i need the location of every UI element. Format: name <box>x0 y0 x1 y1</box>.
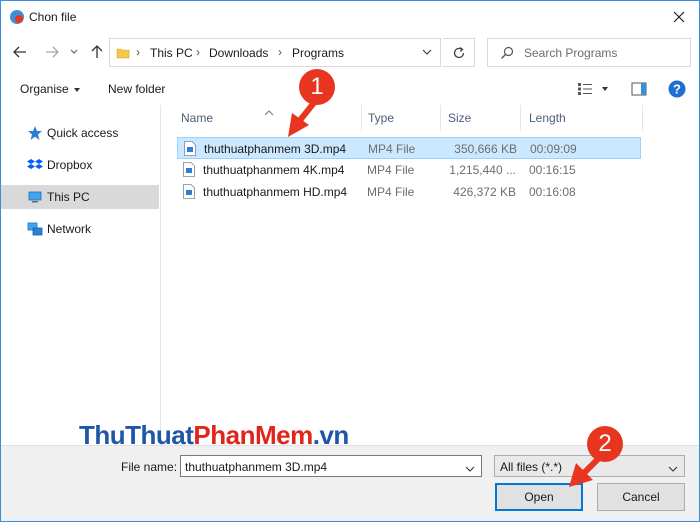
search-input[interactable] <box>524 44 684 62</box>
recent-locations-button[interactable] <box>63 41 85 63</box>
svg-text:?: ? <box>673 82 681 97</box>
file-type-select[interactable]: All files (*.*) <box>494 455 685 477</box>
file-size: 1,215,440 ... <box>449 163 516 177</box>
step-badge-2: 2 <box>587 426 623 462</box>
computer-icon <box>27 189 43 205</box>
sidebar-item-network[interactable]: Network <box>1 217 159 241</box>
view-options-icon[interactable] <box>577 82 593 96</box>
file-name: thuthuatphanmem HD.mp4 <box>203 185 348 199</box>
view-options-dropdown[interactable] <box>602 87 608 91</box>
sidebar-item-this-pc[interactable]: This PC <box>1 185 159 209</box>
column-header-name[interactable]: Name <box>181 111 213 125</box>
refresh-button[interactable] <box>443 38 475 67</box>
column-divider[interactable] <box>440 105 441 131</box>
column-divider[interactable] <box>642 105 643 131</box>
file-length: 00:09:09 <box>530 142 577 156</box>
video-file-icon <box>183 162 195 177</box>
back-button[interactable] <box>9 41 31 63</box>
sidebar-item-label: Network <box>47 222 92 236</box>
column-divider[interactable] <box>520 105 521 131</box>
video-file-icon <box>183 184 195 199</box>
chevron-right-icon: › <box>196 45 200 59</box>
file-list: Name Type Size Length thuthuatphanmem 3D… <box>161 105 699 445</box>
column-header-size[interactable]: Size <box>448 111 471 125</box>
chevron-down-icon <box>668 462 678 472</box>
file-size: 350,666 KB <box>454 142 517 156</box>
close-button[interactable] <box>665 5 693 29</box>
arrow-up-icon <box>91 45 103 58</box>
network-icon <box>27 221 43 237</box>
window-title: Chon file <box>29 10 77 24</box>
file-type-value: All files (*.*) <box>500 460 563 474</box>
breadcrumb-programs[interactable]: Programs <box>292 46 344 60</box>
file-name-combobox[interactable] <box>180 455 482 477</box>
sidebar-item-label: This PC <box>47 190 90 204</box>
file-name: thuthuatphanmem 4K.mp4 <box>203 163 345 177</box>
file-name-label: File name: <box>121 460 178 474</box>
breadcrumb-this-pc[interactable]: This PC <box>150 46 193 60</box>
breadcrumb-downloads[interactable]: Downloads <box>209 46 268 60</box>
file-row[interactable]: thuthuatphanmem HD.mp4 MP4 File 426,372 … <box>177 181 641 203</box>
close-icon <box>673 11 685 23</box>
navigation-pane: Quick access Dropbox This PC Network <box>1 105 161 445</box>
preview-pane-icon[interactable] <box>631 82 647 96</box>
chevron-right-icon: › <box>136 45 140 59</box>
organise-menu-button[interactable]: Organise <box>20 82 80 96</box>
file-type: MP4 File <box>368 142 416 156</box>
refresh-icon <box>453 46 464 58</box>
chevron-down-icon <box>70 49 78 54</box>
file-type: MP4 File <box>367 163 415 177</box>
app-icon <box>9 9 25 25</box>
sidebar-item-label: Quick access <box>47 126 119 140</box>
column-header-type[interactable]: Type <box>368 111 394 125</box>
command-bar: Organise New folder ? <box>1 73 699 105</box>
cancel-button[interactable]: Cancel <box>597 483 685 511</box>
chevron-down-icon[interactable] <box>465 462 475 472</box>
search-icon <box>500 46 514 60</box>
up-button[interactable] <box>86 41 108 63</box>
column-divider[interactable] <box>361 105 362 131</box>
file-length: 00:16:15 <box>529 163 576 177</box>
folder-icon <box>116 46 130 60</box>
file-row[interactable]: thuthuatphanmem 3D.mp4 MP4 File 350,666 … <box>177 137 641 159</box>
chevron-down-icon <box>422 49 432 55</box>
navigation-bar: › This PC › Downloads › Programs <box>1 37 699 69</box>
open-button[interactable]: Open <box>495 483 583 511</box>
address-history-dropdown[interactable] <box>420 45 434 59</box>
column-header-length[interactable]: Length <box>529 111 566 125</box>
star-icon <box>27 125 43 141</box>
forward-button[interactable] <box>41 41 63 63</box>
search-box[interactable] <box>487 38 691 67</box>
sidebar-item-dropbox[interactable]: Dropbox <box>1 153 159 177</box>
sidebar-item-label: Dropbox <box>47 158 93 172</box>
file-size: 426,372 KB <box>453 185 516 199</box>
file-type: MP4 File <box>367 185 415 199</box>
new-folder-button[interactable]: New folder <box>108 82 165 96</box>
address-bar[interactable]: › This PC › Downloads › Programs <box>109 38 441 67</box>
file-open-dialog: Chon file › This PC › Downloads › Progra… <box>0 0 700 522</box>
sidebar-item-quick-access[interactable]: Quick access <box>1 121 159 145</box>
dropbox-icon <box>27 157 43 173</box>
file-length: 00:16:08 <box>529 185 576 199</box>
help-icon[interactable]: ? <box>668 80 686 98</box>
chevron-right-icon: › <box>278 45 282 59</box>
title-bar: Chon file <box>1 1 699 33</box>
sort-ascending-icon <box>264 105 274 116</box>
file-name-input[interactable] <box>185 459 455 475</box>
file-name: thuthuatphanmem 3D.mp4 <box>204 142 347 156</box>
arrow-right-icon <box>46 46 59 58</box>
organise-label: Organise <box>20 82 69 96</box>
step-badge-1: 1 <box>299 69 335 105</box>
arrow-left-icon <box>13 46 26 58</box>
file-row[interactable]: thuthuatphanmem 4K.mp4 MP4 File 1,215,44… <box>177 159 641 181</box>
caret-down-icon <box>73 87 80 92</box>
video-file-icon <box>184 141 196 156</box>
